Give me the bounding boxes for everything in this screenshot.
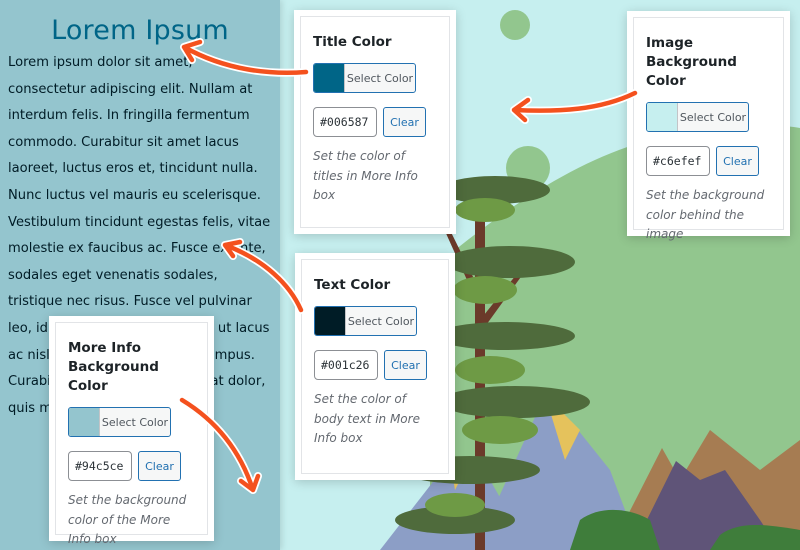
select-color-label: Select Color xyxy=(347,314,415,328)
select-color-button[interactable]: Select Color xyxy=(313,63,416,93)
hex-color-input[interactable] xyxy=(68,451,132,481)
select-color-label: Select Color xyxy=(679,110,747,124)
color-swatch xyxy=(69,408,100,436)
card-description: Set the background color of the More Inf… xyxy=(68,493,187,546)
hex-color-input[interactable] xyxy=(646,146,710,176)
select-color-button[interactable]: Select Color xyxy=(646,102,749,132)
select-color-button[interactable]: Select Color xyxy=(314,306,417,336)
select-color-label: Select Color xyxy=(101,415,169,429)
card-heading: Text Color xyxy=(314,277,391,293)
card-heading: More Info Background Color xyxy=(68,340,159,394)
select-color-label: Select Color xyxy=(346,71,414,85)
more-info-background-color-card: More Info Background Color Select Color … xyxy=(49,316,214,546)
clear-button[interactable]: Clear xyxy=(383,107,426,137)
card-description: Set the color of titles in More Info box xyxy=(313,149,418,202)
sun-circle xyxy=(500,10,530,40)
card-description: Set the color of body text in More Info … xyxy=(314,392,420,445)
color-swatch xyxy=(647,103,678,131)
card-description: Set the background color behind the imag… xyxy=(646,188,765,241)
color-swatch xyxy=(315,307,346,335)
image-background-color-card: Image Background Color Select Color Clea… xyxy=(627,11,790,241)
clear-button[interactable]: Clear xyxy=(716,146,759,176)
card-heading: Image Background Color xyxy=(646,35,737,89)
more-info-title: Lorem Ipsum xyxy=(51,15,229,46)
color-swatch xyxy=(314,64,345,92)
clear-button[interactable]: Clear xyxy=(384,350,427,380)
select-color-button[interactable]: Select Color xyxy=(68,407,171,437)
hex-color-input[interactable] xyxy=(314,350,378,380)
title-color-card: Title Color Select Color Clear Set the c… xyxy=(294,10,456,234)
text-color-card: Text Color Select Color Clear Set the co… xyxy=(295,253,455,480)
card-heading: Title Color xyxy=(313,34,392,50)
hex-color-input[interactable] xyxy=(313,107,377,137)
clear-button[interactable]: Clear xyxy=(138,451,181,481)
